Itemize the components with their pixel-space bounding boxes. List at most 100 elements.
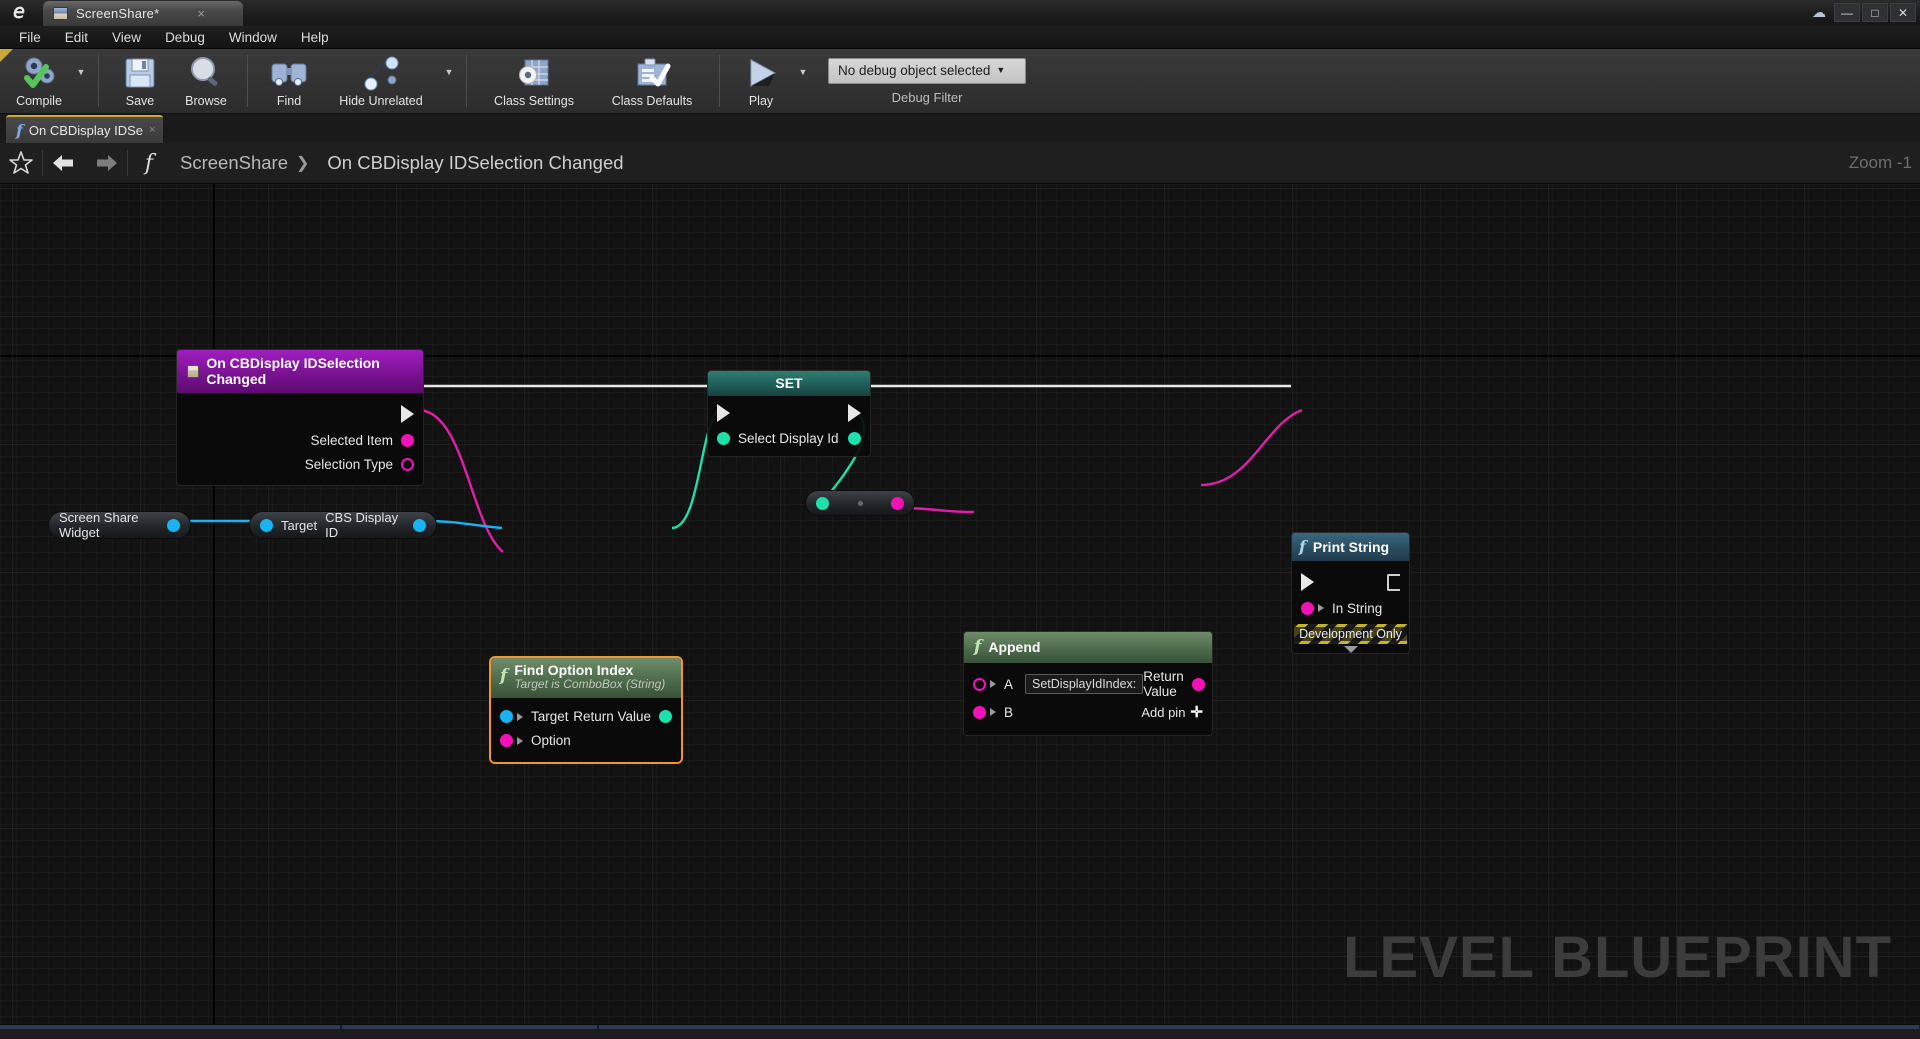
input-pin-select-display-id[interactable]: Select Display Id bbox=[708, 431, 839, 446]
exec-out-pin[interactable] bbox=[848, 404, 870, 422]
output-pin-selection-type[interactable]: Selection Type bbox=[305, 457, 423, 472]
output-pin-select-display-id[interactable] bbox=[848, 431, 870, 445]
menu-item-file[interactable]: File bbox=[8, 27, 52, 48]
input-pin-in-string[interactable]: In String bbox=[1292, 601, 1382, 616]
node-cbs-display-id[interactable]: Target CBS Display ID bbox=[249, 510, 437, 540]
menu-item-help[interactable]: Help bbox=[290, 27, 340, 48]
output-pin-return-value[interactable]: Return Value bbox=[1143, 669, 1214, 699]
string-pin-icon bbox=[973, 677, 986, 691]
compile-dropdown-caret[interactable]: ▼ bbox=[72, 49, 90, 113]
status-segment bbox=[342, 1025, 597, 1029]
pin-label: Option bbox=[531, 733, 571, 749]
save-button[interactable]: Save bbox=[107, 49, 173, 113]
event-node-icon bbox=[187, 364, 200, 378]
function-icon: f bbox=[128, 151, 170, 176]
input-a-value-field[interactable]: SetDisplayIdIndex: bbox=[1025, 674, 1144, 694]
forward-arrow-icon[interactable] bbox=[85, 152, 127, 174]
graph-tab-strip: f On CBDisplay IDSe × bbox=[0, 114, 1920, 143]
find-icon bbox=[267, 53, 311, 93]
back-arrow-icon[interactable] bbox=[43, 152, 85, 174]
menu-item-edit[interactable]: Edit bbox=[54, 27, 99, 48]
string-pin-icon[interactable] bbox=[891, 496, 904, 510]
pin-row-select-display-id: Select Display Id bbox=[708, 426, 870, 450]
breadcrumb-current[interactable]: On CBDisplay IDSelection Changed bbox=[327, 152, 623, 174]
class-defaults-button[interactable]: Class Defaults bbox=[593, 49, 711, 113]
breadcrumb-bar: f ScreenShare ❯ On CBDisplay IDSelection… bbox=[0, 143, 1920, 184]
toolbar-divider bbox=[466, 55, 467, 107]
pin-arrow-icon bbox=[990, 680, 996, 688]
pin-row-exec-out bbox=[177, 400, 423, 428]
exec-out-pin[interactable] bbox=[1387, 573, 1409, 591]
node-append[interactable]: f Append A SetDisplayIdIndex: Return Val… bbox=[963, 631, 1213, 736]
enum-pin-icon bbox=[401, 457, 414, 471]
string-pin-icon bbox=[500, 734, 513, 748]
toolbar-group-class: Class Settings Class Defaults bbox=[469, 49, 717, 113]
maximize-button[interactable]: □ bbox=[1862, 3, 1888, 22]
close-icon[interactable]: × bbox=[197, 6, 205, 21]
int-pin-icon[interactable] bbox=[816, 496, 829, 510]
object-pin-icon[interactable] bbox=[413, 518, 426, 532]
hide-unrelated-button[interactable]: Hide Unrelated bbox=[322, 49, 440, 113]
input-pin-target[interactable]: Target bbox=[491, 709, 569, 724]
object-pin-icon[interactable] bbox=[167, 518, 180, 532]
exec-in-pin[interactable] bbox=[708, 404, 730, 422]
star-icon[interactable] bbox=[0, 150, 42, 176]
node-screen-share-widget[interactable]: Screen Share Widget bbox=[48, 510, 191, 540]
window-controls: ☁ — □ ✕ bbox=[1812, 3, 1916, 22]
blueprint-graph-canvas[interactable]: On CBDisplay IDSelection Changed Selecte… bbox=[0, 184, 1920, 1039]
function-glyph: f bbox=[144, 150, 154, 176]
compile-button[interactable]: Compile bbox=[6, 49, 72, 113]
pin-row-exec bbox=[1292, 568, 1409, 596]
object-pin-icon[interactable] bbox=[260, 518, 273, 532]
play-dropdown-caret[interactable]: ▼ bbox=[794, 49, 812, 113]
close-button[interactable]: ✕ bbox=[1890, 3, 1916, 22]
output-pin-selected-item[interactable]: Selected Item bbox=[310, 433, 423, 448]
input-pin-option[interactable]: Option bbox=[491, 733, 571, 748]
play-button[interactable]: Play bbox=[728, 49, 794, 113]
node-find-option-index[interactable]: f Find Option Index Target is ComboBox (… bbox=[489, 656, 683, 764]
close-icon[interactable]: × bbox=[149, 124, 155, 136]
document-tab-screenshare[interactable]: ScreenShare* × bbox=[43, 1, 243, 26]
node-print-string[interactable]: f Print String In String Development Onl… bbox=[1291, 532, 1410, 654]
exec-in-pin[interactable] bbox=[1292, 573, 1314, 591]
node-reroute[interactable] bbox=[805, 490, 915, 516]
input-pin-b[interactable]: B bbox=[964, 705, 1013, 720]
output-pin-return-value[interactable]: Return Value bbox=[573, 709, 681, 724]
breadcrumb-root[interactable]: ScreenShare bbox=[180, 152, 288, 174]
node-set-select-display-id[interactable]: SET Select Display Id bbox=[707, 370, 871, 457]
pill-target-label: Target bbox=[281, 517, 318, 533]
browse-button[interactable]: Browse bbox=[173, 49, 239, 113]
pin-arrow-icon bbox=[517, 712, 523, 721]
debug-filter-group: No debug object selected ▼ Debug Filter bbox=[818, 49, 1026, 113]
menu-item-debug[interactable]: Debug bbox=[154, 27, 216, 48]
class-settings-button[interactable]: Class Settings bbox=[475, 49, 593, 113]
pill-label: CBS Display ID bbox=[325, 510, 399, 540]
find-button[interactable]: Find bbox=[256, 49, 322, 113]
reroute-dot-icon bbox=[857, 500, 863, 506]
debug-object-select[interactable]: No debug object selected ▼ bbox=[828, 57, 1026, 84]
save-label: Save bbox=[125, 94, 155, 108]
title-bar: 𝘦 ScreenShare* × ☁ — □ ✕ bbox=[0, 0, 1920, 26]
hide-unrelated-dropdown-caret[interactable]: ▼ bbox=[440, 49, 458, 113]
chevron-down-icon: ▼ bbox=[996, 65, 1006, 75]
toolbar-group-file: Save Browse bbox=[101, 49, 245, 113]
cloud-icon[interactable]: ☁ bbox=[1812, 4, 1826, 21]
collapse-arrow-icon[interactable] bbox=[1343, 646, 1358, 653]
graph-tab-on-cbdisplay-idselection-changed[interactable]: f On CBDisplay IDSe × bbox=[6, 115, 164, 143]
input-pin-a[interactable]: A SetDisplayIdIndex: bbox=[964, 674, 1144, 694]
node-title: SET bbox=[775, 375, 803, 391]
toolbar-divider bbox=[719, 55, 720, 107]
pin-row-selection-type: Selection Type bbox=[177, 452, 423, 476]
node-body: A SetDisplayIdIndex: Return Value B Add … bbox=[963, 663, 1213, 736]
menu-item-window[interactable]: Window bbox=[218, 27, 288, 48]
menu-item-view[interactable]: View bbox=[101, 27, 152, 48]
node-on-cbdisplay-idselection-changed[interactable]: On CBDisplay IDSelection Changed Selecte… bbox=[176, 349, 424, 486]
node-title: Find Option Index bbox=[514, 662, 634, 678]
add-pin-button[interactable]: Add pin ✛ bbox=[1141, 703, 1212, 721]
minimize-button[interactable]: — bbox=[1834, 3, 1860, 22]
node-header: f Print String bbox=[1291, 532, 1410, 561]
string-pin-icon bbox=[1301, 601, 1314, 615]
pill-label: Screen Share Widget bbox=[59, 510, 139, 540]
pin-row-in-string: In String bbox=[1292, 596, 1409, 620]
exec-out-pin[interactable] bbox=[401, 405, 423, 423]
